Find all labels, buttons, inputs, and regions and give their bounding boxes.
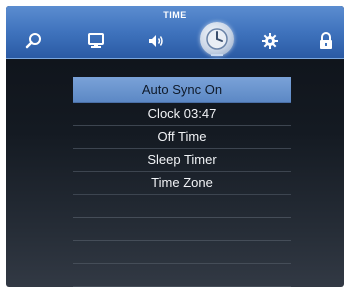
category-title: TIME bbox=[163, 10, 187, 20]
menu-item-auto-sync[interactable]: Auto Sync On bbox=[73, 77, 291, 103]
monitor-icon[interactable] bbox=[84, 29, 108, 53]
lock-icon[interactable] bbox=[314, 29, 338, 53]
menu-empty-row bbox=[73, 264, 291, 287]
menu-item-time-zone[interactable]: Time Zone bbox=[73, 172, 291, 195]
category-bar: TIME bbox=[6, 6, 344, 59]
menu-item-sleep-timer[interactable]: Sleep Timer bbox=[73, 149, 291, 172]
search-icon[interactable] bbox=[22, 29, 46, 53]
time-menu-list: Auto Sync On Clock 03:47 Off Time Sleep … bbox=[73, 77, 291, 287]
menu-empty-row bbox=[73, 218, 291, 241]
tv-menu-screen: TIME Auto Sync On Clock 03:47 Off Time S… bbox=[6, 6, 344, 287]
menu-item-off-time[interactable]: Off Time bbox=[73, 126, 291, 149]
menu-item-clock[interactable]: Clock 03:47 bbox=[73, 103, 291, 126]
clock-icon[interactable] bbox=[200, 22, 234, 56]
gear-icon[interactable] bbox=[258, 29, 282, 53]
speaker-icon[interactable] bbox=[144, 29, 168, 53]
active-tab-indicator bbox=[211, 54, 223, 56]
menu-empty-row bbox=[73, 195, 291, 218]
menu-empty-row bbox=[73, 241, 291, 264]
